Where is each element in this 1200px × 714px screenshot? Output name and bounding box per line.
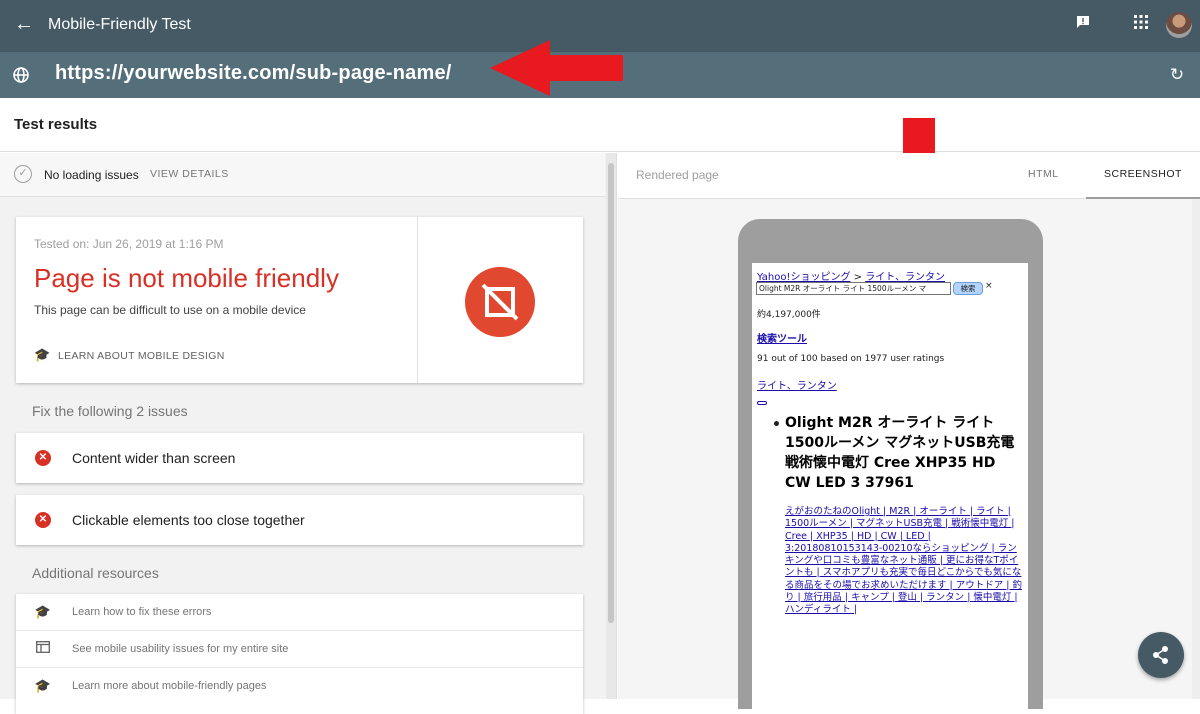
learn-mobile-design-link[interactable]: 🎓 LEARN ABOUT MOBILE DESIGN <box>34 347 225 363</box>
phone-frame: Yahoo!ショッピング > ライト、ランタン Olight M2R オーライト… <box>738 219 1043 709</box>
app-title: Mobile-Friendly Test <box>48 16 191 33</box>
view-details-link[interactable]: VIEW DETAILS <box>150 168 229 180</box>
error-icon: ✕ <box>35 450 51 466</box>
issue-label: Clickable elements too close together <box>72 512 305 528</box>
school-icon: 🎓 <box>34 604 52 619</box>
screenshot-product-title: Olight M2R オーライト ライト 1500ルーメン マグネットUSB充電… <box>785 415 1015 491</box>
left-scrollbar[interactable] <box>606 153 616 699</box>
school-icon: 🎓 <box>34 347 51 362</box>
rendered-page-header: Rendered page HTML SCREENSHOT <box>618 153 1200 199</box>
share-button[interactable] <box>1138 632 1184 678</box>
learn-link-label: LEARN ABOUT MOBILE DESIGN <box>58 350 225 362</box>
apps-grid-icon[interactable] <box>1130 14 1152 36</box>
resource-site-issues[interactable]: See mobile usability issues for my entir… <box>16 631 583 668</box>
screenshot-result-count: 約4,197,000件 <box>757 310 821 320</box>
scrollbar-thumb[interactable] <box>608 163 614 623</box>
url-input[interactable]: https://yourwebsite.com/sub-page-name/ <box>55 62 452 85</box>
screenshot-search-input[interactable]: Olight M2R オーライト ライト 1500ルーメン マ <box>756 282 951 295</box>
results-panel: ✓ No loading issues VIEW DETAILS Tested … <box>0 153 617 714</box>
screenshot-category-link[interactable]: ライト、ランタン <box>757 377 837 392</box>
resource-learn-fix[interactable]: 🎓 Learn how to fix these errors <box>16 594 583 631</box>
not-mobile-friendly-icon <box>465 267 535 337</box>
resource-learn-more[interactable]: 🎓 Learn more about mobile-friendly pages <box>16 668 583 705</box>
issue-clickable-too-close[interactable]: ✕ Clickable elements too close together <box>16 495 583 545</box>
issue-content-wider[interactable]: ✕ Content wider than screen <box>16 433 583 483</box>
issues-heading: Fix the following 2 issues <box>32 403 188 419</box>
annotation-arrow-left <box>490 40 623 96</box>
school-icon: 🎓 <box>34 678 52 693</box>
web-icon <box>34 641 52 656</box>
screenshot-rating: 91 out of 100 based on 1977 user ratings <box>757 354 945 364</box>
arrow-left-icon[interactable]: ← <box>12 12 36 36</box>
share-icon <box>1153 646 1168 664</box>
feedback-icon[interactable] <box>1072 14 1094 36</box>
screenshot-tools-link[interactable]: 検索ツール <box>757 330 807 345</box>
tested-on-text: Tested on: Jun 26, 2019 at 1:16 PM <box>34 237 224 251</box>
avatar[interactable] <box>1166 12 1192 38</box>
refresh-icon[interactable]: ↻ <box>1166 64 1188 86</box>
screenshot-clear-icon[interactable]: × <box>985 281 993 291</box>
error-icon: ✕ <box>35 512 51 528</box>
resources-heading: Additional resources <box>32 565 159 581</box>
loading-status: ✓ No loading issues VIEW DETAILS <box>0 153 605 197</box>
rendered-page-title: Rendered page <box>636 168 719 182</box>
screenshot-bullet: • <box>772 417 781 433</box>
globe-icon <box>10 64 32 86</box>
loading-status-text: No loading issues <box>44 168 139 182</box>
tab-screenshot[interactable]: SCREENSHOT <box>1104 168 1182 180</box>
issue-label: Content wider than screen <box>72 450 236 466</box>
results-header: Test results <box>0 98 1200 152</box>
screenshot-small-pill[interactable] <box>757 401 767 405</box>
check-circle-icon: ✓ <box>14 165 32 183</box>
resource-label: Learn how to fix these errors <box>72 606 212 618</box>
screenshot-search-button[interactable]: 検索 <box>953 282 983 295</box>
verdict-subtitle: This page can be difficult to use on a m… <box>34 303 306 317</box>
right-scrollbar[interactable] <box>1192 199 1200 699</box>
tab-html[interactable]: HTML <box>1028 168 1059 180</box>
resource-label: See mobile usability issues for my entir… <box>72 643 289 655</box>
card-divider <box>417 217 418 383</box>
resources-card: 🎓 Learn how to fix these errors See mobi… <box>16 594 583 714</box>
active-tab-indicator <box>1086 197 1200 199</box>
rendered-screenshot: Yahoo!ショッピング > ライト、ランタン Olight M2R オーライト… <box>752 263 1028 709</box>
screenshot-breadcrumb: Yahoo!ショッピング > ライト、ランタン <box>757 268 945 283</box>
verdict-title: Page is not mobile friendly <box>34 263 339 293</box>
resource-label: Learn more about mobile-friendly pages <box>72 680 267 692</box>
rendered-page-panel: Rendered page HTML SCREENSHOT Yahoo!ショッピ… <box>618 153 1200 709</box>
results-title: Test results <box>14 116 98 133</box>
verdict-card: Tested on: Jun 26, 2019 at 1:16 PM Page … <box>16 217 583 383</box>
screenshot-product-description[interactable]: えがおのたねのOlight | M2R | オーライト | ライト | 1500… <box>785 506 1025 617</box>
